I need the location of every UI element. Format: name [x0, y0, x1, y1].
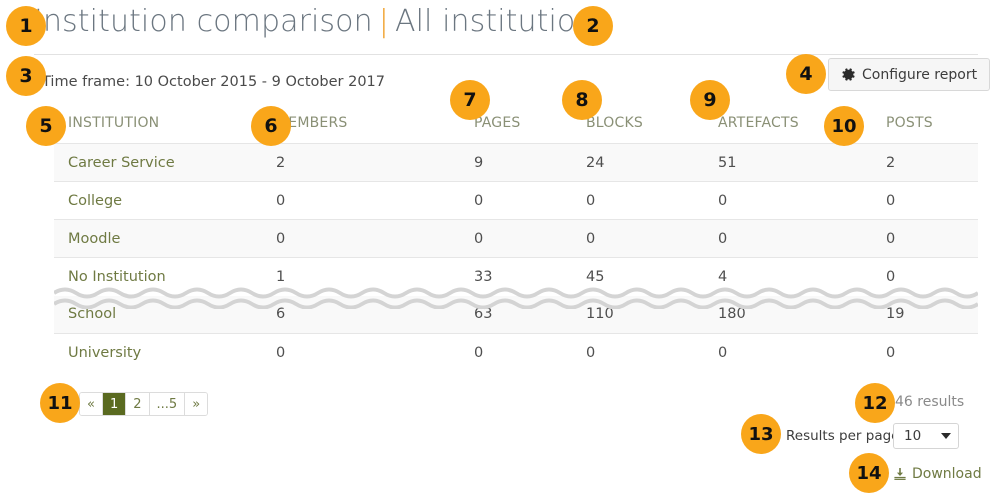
- annotation-badge-8: 8: [562, 80, 602, 120]
- results-per-page-select[interactable]: 10: [893, 423, 959, 449]
- annotation-badge-12: 12: [855, 383, 895, 423]
- pagination-first[interactable]: «: [80, 393, 103, 415]
- annotation-badge-14: 14: [849, 453, 889, 493]
- annotation-badge-4: 4: [786, 54, 826, 94]
- cell-institution: College: [54, 181, 276, 220]
- configure-report-button[interactable]: Configure report: [828, 58, 991, 91]
- cell-institution: Moodle: [54, 219, 276, 258]
- annotation-badge-9: 9: [690, 80, 730, 120]
- results-count: 46 results: [895, 394, 965, 410]
- cell-posts: 0: [886, 219, 978, 258]
- cell-blocks: 24: [586, 143, 718, 182]
- column-header-posts[interactable]: POSTS: [886, 115, 978, 144]
- cell-artefacts: 0: [718, 333, 886, 372]
- cell-institution: Career Service: [54, 143, 276, 182]
- cell-institution: University: [54, 333, 276, 372]
- cell-artefacts: 180: [718, 306, 746, 323]
- institution-comparison-table: INSTITUTION MEMBERS PAGES BLOCKS ARTEFAC…: [54, 115, 978, 372]
- pagination-page-2[interactable]: 2: [126, 393, 150, 415]
- table-body: Career Service 2 9 24 51 2 College 0 0 0…: [54, 143, 978, 372]
- cell-posts: 0: [886, 333, 978, 372]
- cell-posts: 0: [886, 181, 978, 220]
- cell-members: 0: [276, 219, 474, 258]
- download-label: Download: [912, 466, 982, 482]
- annotation-badge-7: 7: [450, 80, 490, 120]
- cell-pages: 0: [474, 219, 586, 258]
- cell-artefacts: 51: [718, 143, 886, 182]
- cell-pages: 9: [474, 143, 586, 182]
- pagination-page-1[interactable]: 1: [102, 393, 127, 415]
- column-header-pages[interactable]: PAGES: [474, 115, 586, 144]
- column-header-members[interactable]: MEMBERS: [276, 115, 474, 144]
- pagination-next[interactable]: »: [185, 393, 208, 415]
- gear-icon: [841, 67, 856, 82]
- download-button[interactable]: Download: [893, 466, 982, 482]
- chevron-down-icon: [941, 433, 951, 439]
- cell-artefacts: 4: [718, 257, 886, 296]
- timeframe-text: Time frame: 10 October 2015 - 9 October …: [42, 74, 386, 90]
- cell-artefacts: 0: [718, 219, 886, 258]
- pagination-page-last[interactable]: ...5: [149, 393, 186, 415]
- header-divider: [34, 54, 978, 55]
- table-row[interactable]: School 6 63 110 180 19: [54, 295, 978, 334]
- annotation-badge-10: 10: [824, 106, 864, 146]
- page-title: Institution comparison | All institutions: [34, 4, 610, 39]
- cell-institution: No Institution: [54, 257, 276, 296]
- cell-members: 1: [276, 257, 474, 296]
- annotation-badge-6: 6: [251, 106, 291, 146]
- cell-blocks: 0: [586, 219, 718, 258]
- annotation-badge-11: 11: [40, 383, 80, 423]
- annotation-badge-13: 13: [741, 414, 781, 454]
- page-title-separator: |: [378, 4, 389, 39]
- cell-artefacts: 0: [718, 181, 886, 220]
- annotation-badge-3: 3: [6, 56, 46, 96]
- cell-posts: 0: [886, 257, 978, 296]
- page-title-main: Institution comparison: [34, 4, 373, 39]
- cell-blocks: 110: [586, 306, 614, 323]
- cell-members: 0: [276, 333, 474, 372]
- cell-pages: 0: [474, 333, 586, 372]
- cell-members: 0: [276, 181, 474, 220]
- report-page: Institution comparison | All institutions …: [0, 0, 993, 501]
- table-row[interactable]: College 0 0 0 0 0: [54, 181, 978, 220]
- table-row[interactable]: Moodle 0 0 0 0 0: [54, 219, 978, 258]
- cell-pages: 63: [474, 306, 493, 323]
- annotation-badge-5: 5: [26, 106, 66, 146]
- cell-blocks: 0: [586, 181, 718, 220]
- cell-pages: 0: [474, 181, 586, 220]
- download-icon: [893, 467, 907, 481]
- cell-posts: 2: [886, 143, 978, 182]
- cell-members: 2: [276, 143, 474, 182]
- cell-institution: School: [68, 306, 117, 323]
- table-row[interactable]: University 0 0 0 0 0: [54, 333, 978, 372]
- column-header-institution[interactable]: INSTITUTION: [54, 115, 276, 144]
- results-per-page-value: 10: [904, 428, 922, 444]
- column-header-blocks[interactable]: BLOCKS: [586, 115, 718, 144]
- pagination[interactable]: « 1 2 ...5 »: [79, 392, 209, 416]
- cell-blocks: 45: [586, 257, 718, 296]
- cell-pages: 33: [474, 257, 586, 296]
- cell-members: 6: [276, 306, 286, 323]
- annotation-badge-1: 1: [6, 6, 46, 46]
- annotation-badge-2: 2: [573, 6, 613, 46]
- cell-posts: 19: [886, 306, 905, 323]
- results-per-page-label: Results per page:: [786, 428, 905, 444]
- configure-report-label: Configure report: [862, 66, 978, 83]
- table-row[interactable]: Career Service 2 9 24 51 2: [54, 143, 978, 182]
- cell-blocks: 0: [586, 333, 718, 372]
- table-row[interactable]: No Institution 1 33 45 4 0: [54, 257, 978, 296]
